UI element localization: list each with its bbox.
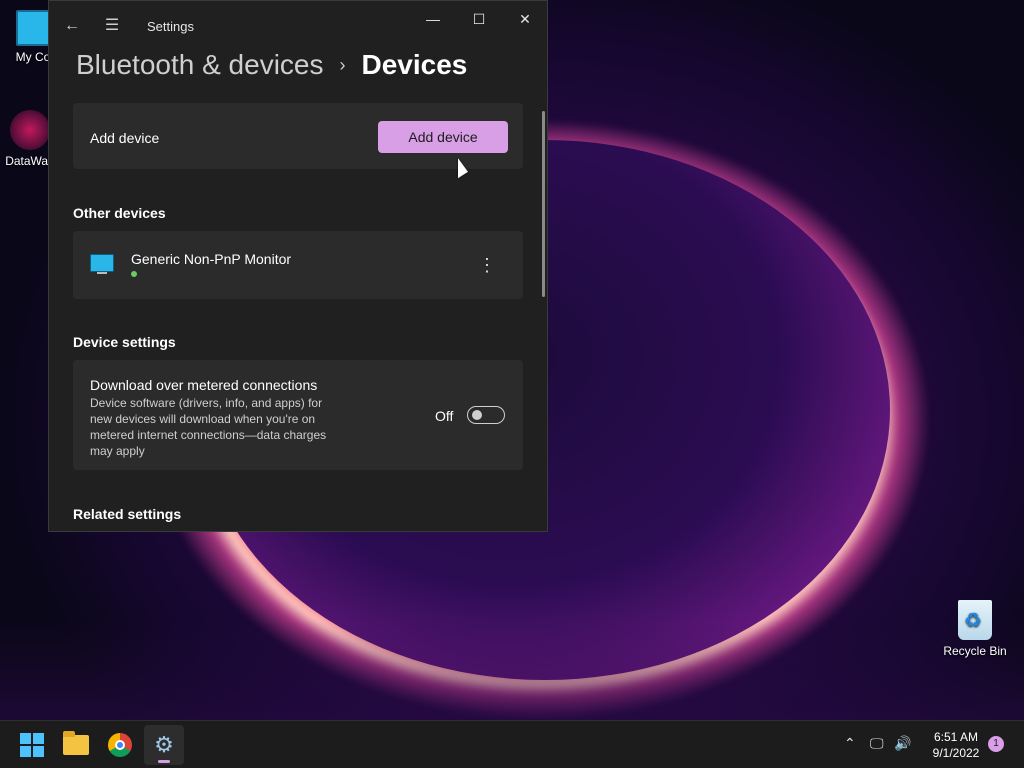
folder-icon	[63, 731, 89, 755]
gear-icon: ⚙	[154, 732, 174, 757]
add-device-label: Add device	[90, 130, 160, 146]
mouse-cursor-icon	[458, 158, 468, 182]
metered-setting-description: Device software (drivers, info, and apps…	[90, 396, 327, 458]
breadcrumb-parent-link[interactable]: Bluetooth & devices	[76, 49, 324, 81]
metered-download-card: Download over metered connections Device…	[73, 360, 523, 470]
page-title: Devices	[361, 49, 468, 80]
add-device-button[interactable]: Add device	[378, 121, 508, 153]
datawag-icon	[10, 110, 50, 150]
hamburger-menu-icon[interactable]: ☰	[101, 15, 123, 37]
chrome-icon	[108, 733, 132, 757]
scrollbar[interactable]	[542, 111, 545, 297]
minimize-button[interactable]: —	[411, 9, 455, 29]
desktop-icon-label: Recycle Bin	[943, 644, 1007, 658]
toggle-state-label: Off	[435, 408, 454, 424]
more-options-icon[interactable]: ⋮	[473, 253, 501, 277]
close-button[interactable]: ✕	[503, 9, 547, 29]
device-settings-heading: Device settings	[73, 334, 176, 350]
wallpaper-shade	[0, 620, 1024, 720]
title-bar[interactable]: ← ☰ Settings — ☐ ✕	[49, 1, 547, 51]
show-hidden-icons-chevron-icon[interactable]: ⌃	[844, 735, 856, 752]
recycle-bin-icon	[958, 600, 992, 640]
app-title: Settings	[147, 19, 194, 34]
metered-download-toggle[interactable]	[467, 406, 505, 424]
taskbar-clock[interactable]: 6:51 AM 9/1/2022	[926, 729, 986, 761]
taskbar-settings[interactable]: ⚙	[144, 725, 184, 765]
back-arrow-icon[interactable]: ←	[61, 15, 83, 37]
toggle-knob	[472, 410, 482, 420]
monitor-icon	[90, 254, 114, 274]
start-button[interactable]	[12, 725, 52, 765]
maximize-button[interactable]: ☐	[457, 9, 501, 29]
clock-date: 9/1/2022	[932, 746, 980, 760]
breadcrumb: Bluetooth & devices › Devices	[76, 49, 467, 81]
taskbar: ⚙ ⌃ 🖵 🔊 6:51 AM 9/1/2022 1	[0, 720, 1024, 768]
settings-window: ← ☰ Settings — ☐ ✕ Bluetooth & devices ›…	[48, 0, 548, 532]
notification-badge[interactable]: 1	[988, 736, 1004, 752]
other-devices-heading: Other devices	[73, 205, 166, 221]
device-item-monitor[interactable]: Generic Non-PnP Monitor ⋮	[73, 231, 523, 299]
desktop-icon-recycle-bin[interactable]: Recycle Bin	[935, 600, 1015, 658]
clock-time: 6:51 AM	[933, 730, 979, 744]
chevron-right-icon: ›	[339, 54, 346, 75]
network-icon[interactable]: 🖵	[870, 735, 884, 752]
metered-setting-title: Download over metered connections	[90, 377, 318, 393]
related-settings-heading: Related settings	[73, 506, 182, 522]
device-name: Generic Non-PnP Monitor	[131, 251, 292, 267]
taskbar-file-explorer[interactable]	[56, 725, 96, 765]
add-device-card: Add device Add device	[73, 103, 523, 169]
windows-logo-icon	[20, 733, 44, 757]
taskbar-chrome[interactable]	[100, 725, 140, 765]
status-indicator	[131, 271, 137, 277]
volume-icon[interactable]: 🔊	[894, 735, 911, 752]
